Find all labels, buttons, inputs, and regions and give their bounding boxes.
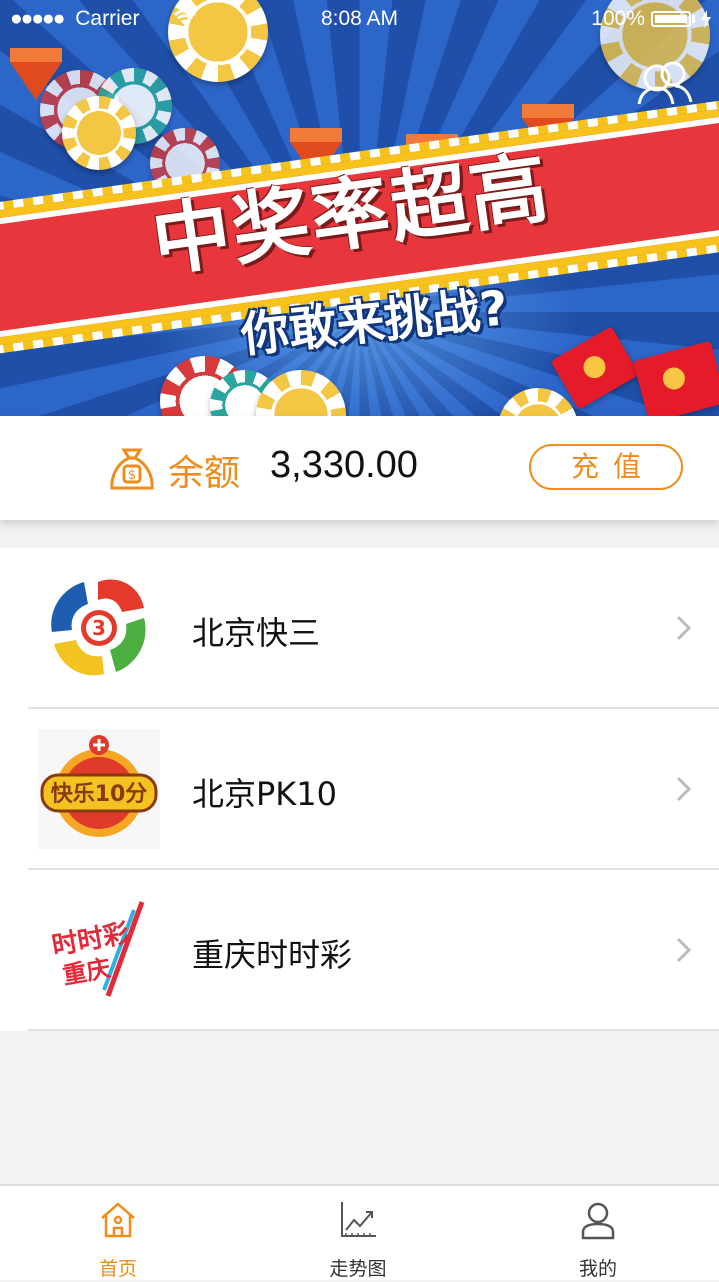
kuai3-logo: 3 [51, 579, 146, 676]
lottery-name: 北京PK10 [192, 775, 338, 813]
gem-decoration [10, 48, 62, 100]
svg-text:3: 3 [92, 616, 106, 640]
balance-label: 余额 [168, 453, 241, 494]
shishicai-logo: 时时彩 重庆 [50, 898, 148, 1000]
balance-value: 3,330.00 [270, 444, 418, 486]
trend-chart-icon [341, 1202, 376, 1237]
tab-mine[interactable]: 我的 [538, 1186, 658, 1282]
svg-text:$: $ [128, 468, 136, 483]
battery-tip [692, 15, 695, 23]
poker-chip [62, 96, 136, 170]
recharge-button[interactable]: 充值 [529, 444, 683, 490]
svg-text:快乐10分: 快乐10分 [51, 782, 148, 807]
tab-trend-label: 走势图 [329, 1258, 387, 1280]
chevron-right-icon [676, 776, 692, 802]
lottery-row-beijing-pk10[interactable]: 快乐10分 北京PK10 [0, 709, 719, 870]
row-divider [28, 1029, 719, 1031]
charging-bolt-icon [701, 10, 711, 28]
promo-banner[interactable]: 中奖率超高 你敢来挑战? [0, 0, 719, 416]
lottery-name: 北京快三 [192, 614, 321, 652]
tab-home-label: 首页 [98, 1258, 137, 1280]
lottery-name: 重庆时时彩 [192, 936, 353, 974]
money-bag-icon: $ [110, 448, 154, 490]
home-icon [101, 1202, 135, 1238]
battery-indicator: 100% [591, 7, 711, 31]
red-envelope [633, 340, 719, 416]
tab-home[interactable]: 首页 [58, 1186, 178, 1282]
user-icon [581, 1202, 615, 1240]
customer-service-icon[interactable] [635, 58, 695, 114]
battery-icon [651, 11, 691, 27]
chevron-right-icon [676, 937, 692, 963]
lottery-list: 3 北京快三 快乐10分 北京PK10 时时彩 重庆 重庆时时彩 [0, 548, 719, 1031]
lottery-row-beijing-kuai3[interactable]: 3 北京快三 [0, 548, 719, 709]
kuaile10-logo: 快乐10分 [38, 729, 160, 849]
battery-percent: 100% [591, 7, 645, 30]
chevron-right-icon [676, 615, 692, 641]
lottery-row-chongqing-ssc[interactable]: 时时彩 重庆 重庆时时彩 [0, 870, 719, 1031]
tab-trend[interactable]: 走势图 [298, 1186, 418, 1282]
tab-bar: 首页 走势图 我的 [0, 1184, 719, 1280]
tab-mine-label: 我的 [578, 1258, 617, 1280]
balance-card: $ 余额 3,330.00 充值 [0, 416, 719, 520]
status-bar: ●●●●● Carrier 8:08 AM 100% [0, 0, 719, 38]
